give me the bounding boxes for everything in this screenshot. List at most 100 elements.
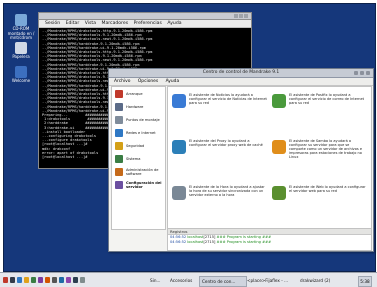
close-icon[interactable] bbox=[366, 71, 370, 75]
desktop-icon-trash[interactable]: Papelera bbox=[6, 42, 36, 60]
help-icon[interactable] bbox=[38, 277, 43, 283]
sidebar-item-hardware[interactable]: Hardware bbox=[112, 100, 165, 113]
taskbar-task-active[interactable]: Centro de con... bbox=[199, 276, 247, 287]
web-wizard-icon bbox=[272, 186, 286, 200]
sidebar-item-software[interactable]: Administración de software bbox=[112, 165, 165, 178]
log-message: ### Program is starting ### bbox=[216, 240, 272, 244]
log-host: localhost bbox=[187, 235, 204, 239]
taskbar: Sin... Accesorios Centro de con... <plac… bbox=[0, 272, 377, 287]
control-center-window[interactable]: Centro de control de Mandrake 9.1 Archiv… bbox=[108, 68, 374, 252]
security-icon bbox=[115, 141, 123, 150]
sidebar-item-security[interactable]: Seguridad bbox=[112, 139, 165, 152]
log-host: localhost bbox=[187, 240, 204, 244]
pager-icon[interactable] bbox=[80, 277, 85, 283]
log-pid: [2715] bbox=[203, 240, 216, 244]
log-pid: [2715] bbox=[203, 235, 216, 239]
terminal-menubar: Sesión Editar Vista Marcadores Preferenc… bbox=[39, 20, 251, 28]
terminal-menu-item[interactable]: Marcadores bbox=[101, 21, 128, 26]
taskbar-task[interactable]: drakwizard (2) bbox=[298, 276, 342, 285]
wizard-postfix[interactable]: El asistente de Postfix lo ayudará a con… bbox=[270, 91, 370, 131]
mail-icon[interactable] bbox=[24, 277, 29, 283]
category-sidebar: Arranque Hardware Puntos de montaje Rede… bbox=[111, 86, 166, 230]
files-icon[interactable] bbox=[45, 277, 50, 283]
wizard-description: El asistente de la Hora lo ayudará a aju… bbox=[189, 185, 265, 198]
desktop-icon-welcome[interactable]: Welcome bbox=[6, 66, 36, 84]
samba-wizard-icon bbox=[272, 140, 286, 154]
wizard-news[interactable]: El asistente de Noticias lo ayudará a co… bbox=[170, 91, 270, 131]
sidebar-item-label: Redes e Internet bbox=[126, 130, 156, 135]
sidebar-item-label: Seguridad bbox=[126, 143, 145, 148]
desktop-icon[interactable] bbox=[73, 277, 78, 283]
window-titlebar[interactable]: Centro de control de Mandrake 9.1 bbox=[109, 69, 373, 78]
sidebar-item-arranque[interactable]: Arranque bbox=[112, 87, 165, 100]
desktop-icon-cdrom[interactable]: CD-ROM montado en / mnt/cdrom bbox=[6, 14, 36, 41]
terminal-menu-item[interactable]: Vista bbox=[85, 21, 96, 26]
terminal-menu-item[interactable]: Sesión bbox=[45, 21, 60, 26]
wizard-samba[interactable]: El asistente de Samba lo ayudará a confi… bbox=[270, 137, 370, 177]
editor-icon[interactable] bbox=[31, 277, 36, 283]
server-config-icon bbox=[115, 180, 123, 189]
welcome-icon bbox=[15, 66, 27, 78]
sidebar-item-label: Sistema bbox=[126, 156, 141, 161]
wizard-web[interactable]: El asistente de Web lo ayudará a configu… bbox=[270, 183, 370, 223]
postfix-wizard-icon bbox=[272, 94, 286, 108]
media-icon[interactable] bbox=[66, 277, 71, 283]
log-message: ### Program is starting ### bbox=[216, 235, 272, 239]
network-icon bbox=[115, 128, 123, 137]
log-time: 04:56:52 bbox=[170, 235, 187, 239]
menu-archivo[interactable]: Archivo bbox=[114, 79, 130, 84]
clock[interactable]: 5:38 bbox=[358, 276, 372, 287]
sidebar-item-network[interactable]: Redes e Internet bbox=[112, 126, 165, 139]
browser-icon[interactable] bbox=[17, 277, 22, 283]
minimize-icon[interactable] bbox=[354, 71, 358, 75]
wizard-description: El asistente de Web lo ayudará a configu… bbox=[289, 185, 366, 194]
mount-points-icon bbox=[115, 115, 123, 124]
sidebar-item-label: Configuración del servidor bbox=[126, 180, 162, 189]
hardware-icon bbox=[115, 102, 123, 111]
wizard-proxy[interactable]: El asistente del Proxy lo ayudará a conf… bbox=[170, 137, 270, 177]
terminal-titlebar[interactable] bbox=[39, 13, 251, 20]
wizard-description: El asistente del Proxy lo ayudará a conf… bbox=[189, 139, 263, 148]
minimize-icon[interactable] bbox=[234, 14, 238, 18]
desktop-icon-label: Papelera bbox=[12, 54, 30, 59]
news-wizard-icon bbox=[172, 94, 186, 108]
sidebar-item-server-config[interactable]: Configuración del servidor bbox=[112, 178, 165, 191]
terminal-icon[interactable] bbox=[10, 277, 15, 283]
sidebar-item-system[interactable]: Sistema bbox=[112, 152, 165, 165]
sidebar-item-label: Arranque bbox=[126, 91, 143, 96]
desktop: CD-ROM montado en / mnt/cdrom Papelera W… bbox=[0, 0, 377, 287]
sidebar-item-label: Puntos de montaje bbox=[126, 117, 160, 122]
wizard-description: El asistente de Noticias lo ayudará a co… bbox=[189, 93, 267, 106]
wizard-panel: El asistente de Noticias lo ayudará a co… bbox=[167, 86, 372, 230]
window-menubar: Archivo Opciones Ayuda bbox=[109, 78, 373, 86]
log-time: 04:56:52 bbox=[170, 240, 187, 244]
desktop-icon-label: Welcome bbox=[11, 78, 31, 83]
window-title: Centro de control de Mandrake 9.1 bbox=[202, 70, 280, 75]
log-panel[interactable]: Registros 04:56:52 localhost[2715] ### P… bbox=[167, 228, 372, 251]
menu-opciones[interactable]: Opciones bbox=[138, 79, 158, 84]
proxy-wizard-icon bbox=[172, 140, 186, 154]
office-icon[interactable] bbox=[59, 277, 64, 283]
wizard-description: El asistente de Samba lo ayudará a confi… bbox=[289, 139, 362, 160]
menu-icon[interactable] bbox=[3, 277, 8, 283]
system-icon bbox=[115, 154, 123, 163]
terminal-menu-item[interactable]: Ayuda bbox=[167, 21, 181, 26]
sidebar-item-mount-points[interactable]: Puntos de montaje bbox=[112, 113, 165, 126]
maximize-icon[interactable] bbox=[239, 14, 243, 18]
terminal-menu-item[interactable]: Editar bbox=[66, 21, 80, 26]
taskbar-task[interactable]: Accesorios bbox=[168, 276, 201, 285]
software-icon bbox=[115, 167, 123, 176]
close-icon[interactable] bbox=[244, 14, 248, 18]
taskbar-task[interactable]: <place>Fijaflex - ... bbox=[245, 276, 300, 285]
terminal-menu-item[interactable]: Preferencias bbox=[134, 21, 162, 26]
boot-icon bbox=[115, 89, 123, 98]
cdrom-icon bbox=[15, 14, 27, 26]
menu-ayuda[interactable]: Ayuda bbox=[166, 79, 180, 84]
trash-icon bbox=[15, 42, 27, 54]
maximize-icon[interactable] bbox=[360, 71, 364, 75]
settings-icon[interactable] bbox=[52, 277, 57, 283]
desktop-icon-label: CD-ROM montado en / mnt/cdrom bbox=[7, 26, 35, 40]
taskbar-task[interactable]: Sin... bbox=[148, 276, 170, 285]
sidebar-item-label: Hardware bbox=[126, 104, 144, 109]
wizard-time[interactable]: El asistente de la Hora lo ayudará a aju… bbox=[170, 183, 270, 223]
